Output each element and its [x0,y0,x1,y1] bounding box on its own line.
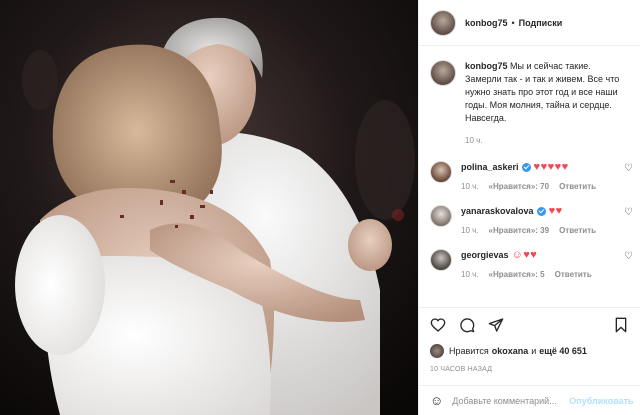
comment-composer: ☺ Опубликовать [419,385,640,415]
comment-time[interactable]: 10 ч. [461,270,479,279]
smiley-icon[interactable]: ☺ [430,393,443,408]
comment-text: ☺♥♥ [511,249,538,261]
caption: konbog75 Мы и сейчас такие. Замерли так … [430,60,629,147]
author-username[interactable]: konbog75 [465,18,508,28]
liked-user[interactable]: okoxana [492,346,529,356]
caption-body: konbog75 Мы и сейчас такие. Замерли так … [465,60,629,147]
comment-likes[interactable]: «Нравится»: 5 [489,270,545,279]
comment-item: georgievas ☺♥♥ 10 ч. «Нравится»: 5 Ответ… [430,249,633,279]
comment-likes[interactable]: «Нравится»: 39 [489,226,550,235]
comment-text: ♥♥ [548,205,563,217]
following-button[interactable]: Подписки [519,18,563,28]
caption-username[interactable]: konbog75 [465,61,508,71]
share-icon[interactable] [488,317,504,333]
post-side-panel: konbog75 • Подписки konbog75 Мы и сейчас… [418,0,640,415]
liked-middle: и [531,346,537,356]
post-photo[interactable] [0,0,418,415]
reply-button[interactable]: Ответить [555,270,592,279]
post-timestamp[interactable]: 10 ЧАСОВ НАЗАД [430,366,629,373]
reply-button[interactable]: Ответить [559,182,596,191]
comments-list[interactable]: konbog75 Мы и сейчас такие. Замерли так … [419,46,640,307]
liker-avatar[interactable] [430,344,444,358]
heart-outline-icon[interactable]: ♡ [624,163,633,174]
comment-icon[interactable] [459,317,475,333]
liked-prefix: Нравится [449,346,489,356]
author-avatar[interactable] [430,9,456,36]
header-separator: • [511,17,515,28]
comment-likes[interactable]: «Нравится»: 70 [489,182,550,191]
caption-time[interactable]: 10 ч. [465,134,629,147]
comment-time[interactable]: 10 ч. [461,182,479,191]
couple-dancing-image [0,0,418,415]
action-icons [430,316,629,334]
heart-outline-icon[interactable]: ♡ [624,207,633,218]
commenter-avatar[interactable] [430,249,452,271]
comment-input[interactable] [452,395,570,406]
commenter-avatar[interactable] [430,205,452,227]
verified-badge-icon [536,206,546,216]
comment-text: ♥♥♥♥♥ [533,161,569,173]
comment-time[interactable]: 10 ч. [461,226,479,235]
instagram-post: konbog75 • Подписки konbog75 Мы и сейчас… [0,0,640,415]
heart-icon[interactable] [430,317,446,333]
caption-avatar[interactable] [430,60,456,86]
commenter-avatar[interactable] [430,161,452,183]
post-header: konbog75 • Подписки [419,0,640,46]
liked-others[interactable]: ещё 40 651 [539,346,587,356]
heart-outline-icon[interactable]: ♡ [624,251,633,262]
bookmark-icon[interactable] [613,317,629,333]
publish-button[interactable]: Опубликовать [569,396,633,406]
comment-item: yanaraskovalova ♥♥ 10 ч. «Нравится»: 39 … [430,205,633,235]
comment-body: yanaraskovalova ♥♥ 10 ч. «Нравится»: 39 … [461,205,611,235]
verified-badge-icon [521,162,531,172]
commenter-username[interactable]: polina_askeri [461,161,519,173]
reply-button[interactable]: Ответить [559,226,596,235]
likes-summary: Нравится okoxana и ещё 40 651 [430,344,629,358]
commenter-username[interactable]: yanaraskovalova [461,205,534,217]
comment-item: polina_askeri ♥♥♥♥♥ 10 ч. «Нравится»: 70… [430,161,633,191]
commenter-username[interactable]: georgievas [461,249,509,261]
comment-body: georgievas ☺♥♥ 10 ч. «Нравится»: 5 Ответ… [461,249,611,279]
comment-body: polina_askeri ♥♥♥♥♥ 10 ч. «Нравится»: 70… [461,161,611,191]
